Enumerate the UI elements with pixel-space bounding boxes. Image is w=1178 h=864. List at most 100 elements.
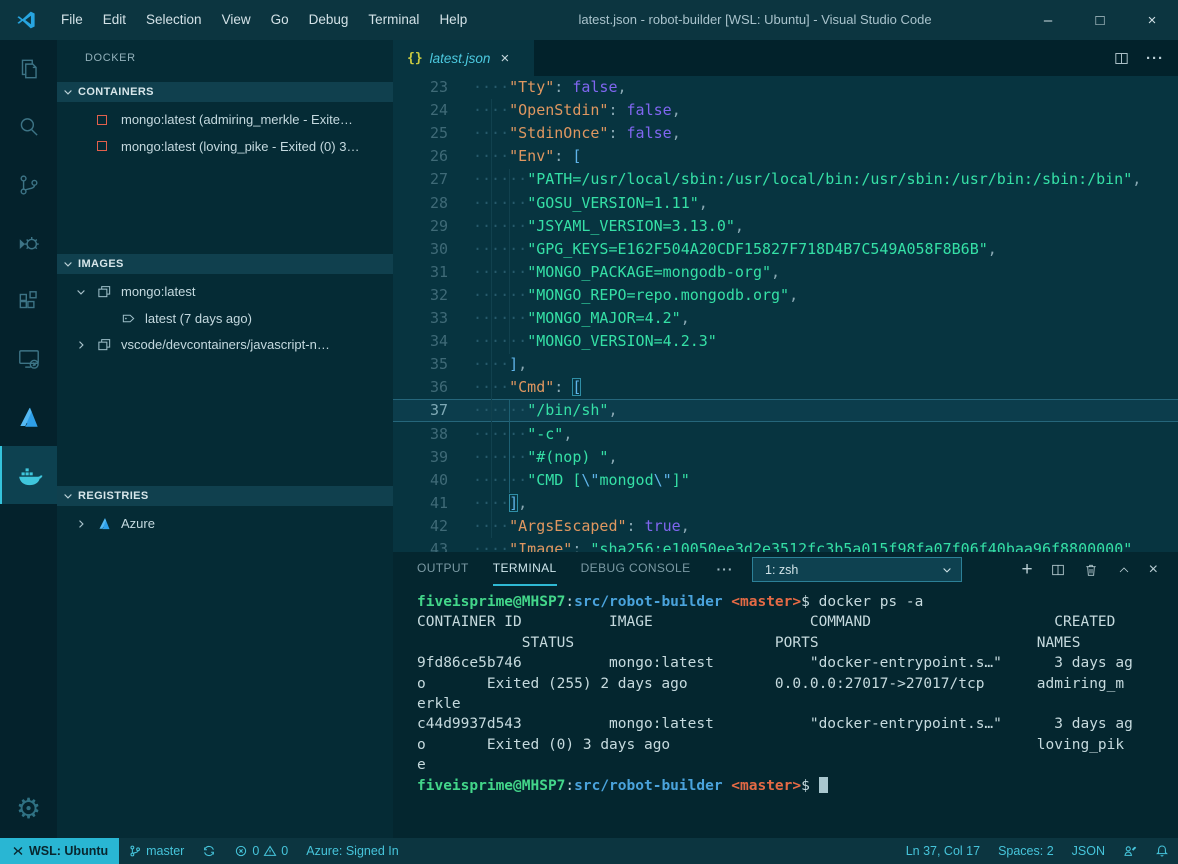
code-line-26[interactable]: 26····"Env": [ bbox=[393, 145, 1178, 168]
code-line-35[interactable]: 35····], bbox=[393, 353, 1178, 376]
code-line-31[interactable]: 31······"MONGO_PACKAGE=mongodb-org", bbox=[393, 261, 1178, 284]
status-feedback[interactable] bbox=[1114, 838, 1146, 864]
panel-more-icon[interactable]: ··· bbox=[717, 561, 734, 577]
tree-item[interactable]: mongo:latest (admiring_merkle - Exite… bbox=[57, 106, 393, 133]
menu-terminal[interactable]: Terminal bbox=[358, 0, 429, 40]
code-line-23[interactable]: 23····"Tty": false, bbox=[393, 76, 1178, 99]
code-line-43[interactable]: 43····"Image": "sha256:e10050ee3d2e3512f… bbox=[393, 538, 1178, 552]
terminal-text: c44d9937d543 mongo:latest "docker-entryp… bbox=[417, 716, 1133, 732]
status-text: master bbox=[146, 844, 184, 858]
code-line-32[interactable]: 32······"MONGO_REPO=repo.mongodb.org", bbox=[393, 284, 1178, 307]
token-p: : bbox=[554, 147, 572, 165]
menu-help[interactable]: Help bbox=[429, 0, 477, 40]
code-line-40[interactable]: 40······"CMD [\"mongod\"]" bbox=[393, 469, 1178, 492]
tab-close-icon[interactable]: × bbox=[500, 50, 509, 67]
status-remote-indicator[interactable]: WSL: Ubuntu bbox=[0, 838, 119, 864]
code-line-25[interactable]: 25····"StdinOnce": false, bbox=[393, 122, 1178, 145]
terminal-text: 9fd86ce5b746 mongo:latest "docker-entryp… bbox=[417, 655, 1133, 671]
whitespace-dots: ······ bbox=[473, 194, 527, 212]
token-p: , bbox=[518, 355, 527, 373]
code-line-29[interactable]: 29······"JSYAML_VERSION=3.13.0", bbox=[393, 215, 1178, 238]
tab-latest-json[interactable]: {} latest.json × bbox=[393, 40, 534, 76]
section-label: IMAGES bbox=[78, 258, 124, 270]
token-k: "Env" bbox=[509, 147, 554, 165]
token-bx: [ bbox=[572, 378, 581, 396]
code-line-37[interactable]: 37······"/bin/sh", bbox=[393, 399, 1178, 422]
section-header-images[interactable]: IMAGES bbox=[57, 254, 393, 274]
status-language-mode[interactable]: JSON bbox=[1063, 838, 1114, 864]
menu-edit[interactable]: Edit bbox=[93, 0, 136, 40]
token-e: \" bbox=[581, 471, 599, 489]
status-indentation[interactable]: Spaces: 2 bbox=[989, 838, 1063, 864]
terminal-text: : bbox=[565, 594, 574, 610]
code-line-36[interactable]: 36····"Cmd": [ bbox=[393, 376, 1178, 399]
whitespace-dots: ······ bbox=[473, 332, 527, 350]
token-p: , bbox=[1132, 170, 1141, 188]
maximize-button[interactable]: □ bbox=[1074, 0, 1126, 40]
chevron-down-icon bbox=[75, 286, 97, 298]
kill-terminal-icon[interactable] bbox=[1083, 562, 1099, 578]
code-line-38[interactable]: 38······"-c", bbox=[393, 423, 1178, 446]
tree-item[interactable]: latest (7 days ago) bbox=[57, 305, 393, 332]
code-line-30[interactable]: 30······"GPG_KEYS=E162F504A20CDF15827F71… bbox=[393, 238, 1178, 261]
status-git-branch[interactable]: master bbox=[119, 838, 193, 864]
token-p: , bbox=[563, 425, 572, 443]
menu-debug[interactable]: Debug bbox=[299, 0, 359, 40]
menu-selection[interactable]: Selection bbox=[136, 0, 212, 40]
activity-remote-explorer[interactable] bbox=[0, 330, 57, 388]
menu-view[interactable]: View bbox=[212, 0, 261, 40]
section-label: CONTAINERS bbox=[78, 86, 154, 98]
activity-docker[interactable] bbox=[0, 446, 57, 504]
split-editor-icon[interactable] bbox=[1113, 50, 1130, 67]
split-terminal-icon[interactable] bbox=[1050, 562, 1066, 578]
activity-explorer[interactable] bbox=[0, 40, 57, 98]
code-line-24[interactable]: 24····"OpenStdin": false, bbox=[393, 99, 1178, 122]
code-line-27[interactable]: 27······"PATH=/usr/local/sbin:/usr/local… bbox=[393, 168, 1178, 191]
more-actions-icon[interactable]: ··· bbox=[1146, 50, 1164, 67]
code-line-39[interactable]: 39······"#(nop) ", bbox=[393, 446, 1178, 469]
terminal-text bbox=[723, 594, 732, 610]
activity-run-debug[interactable] bbox=[0, 214, 57, 272]
menu-go[interactable]: Go bbox=[261, 0, 299, 40]
panel-tab-terminal[interactable]: TERMINAL bbox=[493, 552, 557, 586]
sync-icon bbox=[202, 844, 216, 858]
whitespace-dots: ······ bbox=[473, 401, 527, 419]
tree-item[interactable]: Azure bbox=[57, 510, 393, 537]
tree-item[interactable]: mongo:latest bbox=[57, 278, 393, 305]
status-notifications[interactable] bbox=[1146, 838, 1178, 864]
indent-guide bbox=[509, 400, 510, 493]
status-cursor-position[interactable]: Ln 37, Col 17 bbox=[897, 838, 989, 864]
section-header-containers[interactable]: CONTAINERS bbox=[57, 82, 393, 102]
close-panel-icon[interactable]: × bbox=[1149, 562, 1158, 578]
section-header-registries[interactable]: REGISTRIES bbox=[57, 486, 393, 506]
section-images: IMAGESmongo:latestlatest (7 days ago)vsc… bbox=[57, 254, 393, 274]
status-problems[interactable]: 00 bbox=[225, 838, 297, 864]
status-git-sync[interactable] bbox=[193, 838, 225, 864]
activity-search[interactable] bbox=[0, 98, 57, 156]
close-button[interactable]: × bbox=[1126, 0, 1178, 40]
code-line-41[interactable]: 41····], bbox=[393, 492, 1178, 515]
code-line-42[interactable]: 42····"ArgsEscaped": true, bbox=[393, 515, 1178, 538]
status-azure-signin[interactable]: Azure: Signed In bbox=[297, 838, 407, 864]
terminal[interactable]: fiveisprime@MHSP7:src/robot-builder <mas… bbox=[417, 590, 1178, 838]
code-line-33[interactable]: 33······"MONGO_MAJOR=4.2", bbox=[393, 307, 1178, 330]
terminal-select-value: 1: zsh bbox=[765, 563, 798, 577]
tree-item[interactable]: vscode/devcontainers/javascript-n… bbox=[57, 331, 393, 358]
activity-azure[interactable] bbox=[0, 388, 57, 446]
code-line-34[interactable]: 34······"MONGO_VERSION=4.2.3" bbox=[393, 330, 1178, 353]
panel-tab-output[interactable]: OUTPUT bbox=[417, 552, 469, 586]
minimize-button[interactable]: – bbox=[1022, 0, 1074, 40]
panel-tab-debug-console[interactable]: DEBUG CONSOLE bbox=[581, 552, 691, 586]
json-icon: {} bbox=[407, 51, 423, 66]
code-editor[interactable]: 23····"Tty": false,24····"OpenStdin": fa… bbox=[393, 76, 1178, 552]
menu-file[interactable]: File bbox=[51, 0, 93, 40]
maximize-panel-icon[interactable] bbox=[1116, 562, 1132, 578]
code-line-28[interactable]: 28······"GOSU_VERSION=1.11", bbox=[393, 192, 1178, 215]
new-terminal-icon[interactable]: + bbox=[1022, 560, 1033, 579]
activity-manage[interactable]: ⚙ bbox=[0, 780, 57, 838]
token-s: "MONGO_MAJOR=4.2" bbox=[527, 309, 681, 327]
activity-extensions[interactable] bbox=[0, 272, 57, 330]
terminal-select[interactable]: 1: zsh bbox=[752, 557, 962, 582]
activity-source-control[interactable] bbox=[0, 156, 57, 214]
tree-item[interactable]: mongo:latest (loving_pike - Exited (0) 3… bbox=[57, 133, 393, 160]
